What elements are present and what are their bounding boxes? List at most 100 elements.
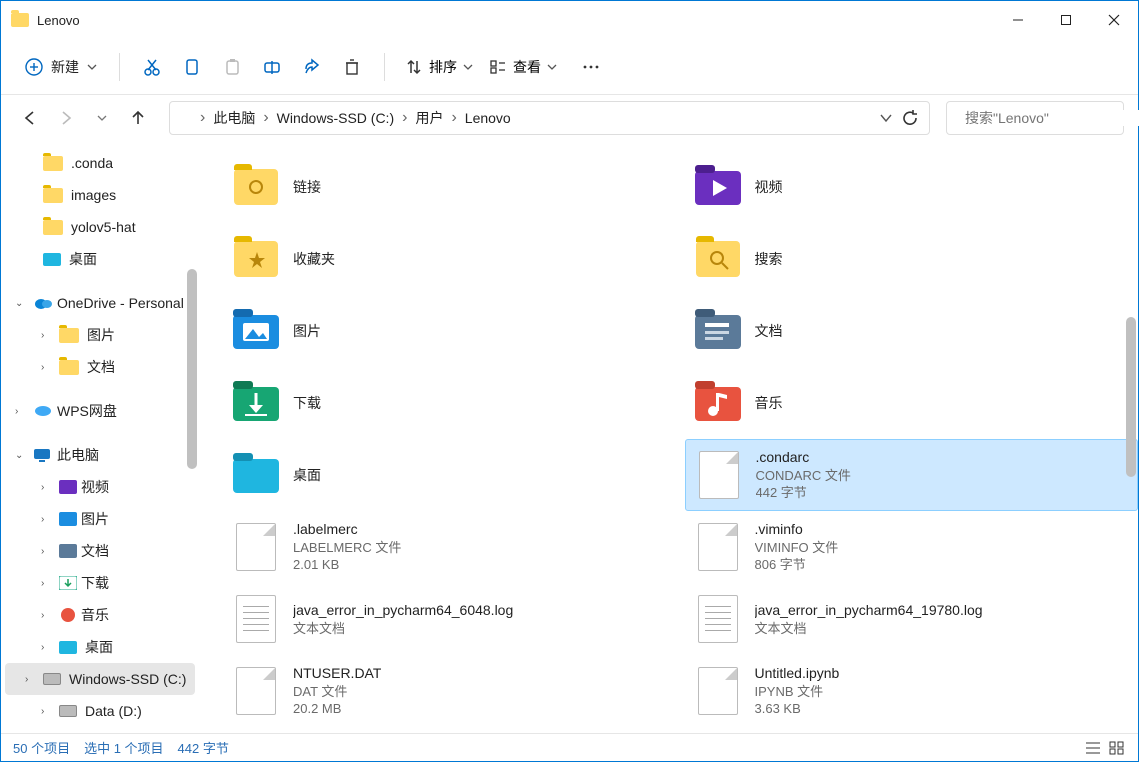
sidebar-item-onedrive[interactable]: ⌄OneDrive - Personal <box>1 287 199 319</box>
share-button[interactable] <box>292 49 332 85</box>
onedrive-icon <box>33 296 53 310</box>
status-bar: 50 个项目 选中 1 个项目 442 字节 <box>1 733 1138 761</box>
status-selected: 选中 1 个项目 <box>84 738 163 757</box>
text-file-icon <box>698 595 738 643</box>
chevron-down-icon[interactable] <box>879 111 893 125</box>
refresh-button[interactable] <box>901 109 919 127</box>
delete-button[interactable] <box>332 49 372 85</box>
videos-icon <box>59 480 77 494</box>
cut-button[interactable] <box>132 49 172 85</box>
forward-button[interactable] <box>51 103 81 133</box>
folder-icon <box>178 111 196 125</box>
tiles-view-button[interactable] <box>1108 740 1126 756</box>
status-size: 442 字节 <box>178 738 229 757</box>
file-icon <box>236 523 276 571</box>
file-item[interactable]: 桌面 <box>223 439 677 511</box>
folder-icon <box>59 328 79 343</box>
documents-icon <box>59 544 77 558</box>
sidebar-item[interactable]: ›Data (D:) <box>1 695 199 727</box>
sidebar-item[interactable]: ›文档 <box>1 351 199 383</box>
sidebar-item[interactable]: images <box>1 179 199 211</box>
file-item[interactable]: java_error_in_pycharm64_19780.log文本文档 <box>685 583 1139 655</box>
view-label: 查看 <box>513 57 541 77</box>
downloads-icon <box>59 576 77 590</box>
file-item[interactable]: 下载 <box>223 367 677 439</box>
videos-folder-icon <box>693 165 743 209</box>
close-button[interactable] <box>1090 1 1138 39</box>
file-item[interactable]: .viminfoVIMINFO 文件806 字节 <box>685 511 1139 583</box>
more-button[interactable] <box>571 49 611 85</box>
drive-icon <box>43 673 61 685</box>
file-item[interactable]: 链接 <box>223 151 677 223</box>
copy-button[interactable] <box>172 49 212 85</box>
breadcrumb[interactable]: Windows-SSD (C:) <box>273 106 398 130</box>
view-menu[interactable]: 查看 <box>481 53 565 81</box>
file-item[interactable]: 搜索 <box>685 223 1139 295</box>
breadcrumb[interactable]: 用户 <box>411 104 447 132</box>
sidebar-item[interactable]: yolov5-hat <box>1 211 199 243</box>
drive-icon <box>59 705 77 717</box>
maximize-button[interactable] <box>1042 1 1090 39</box>
file-item[interactable]: Untitled.ipynbIPYNB 文件3.63 KB <box>685 655 1139 727</box>
window-title: Lenovo <box>37 13 80 28</box>
titlebar: Lenovo <box>1 1 1138 39</box>
folder-icon <box>696 241 740 277</box>
music-icon <box>59 608 77 622</box>
file-icon <box>236 667 276 715</box>
sidebar-item[interactable]: ›文档 <box>1 535 199 567</box>
wps-icon <box>33 404 53 418</box>
sidebar: .conda images yolov5-hat 桌面 ⌄OneDrive - … <box>1 147 199 733</box>
search-box[interactable] <box>946 101 1124 135</box>
sidebar-item[interactable]: ›图片 <box>1 503 199 535</box>
file-icon <box>699 451 739 499</box>
sidebar-item-selected[interactable]: ›Windows-SSD (C:) <box>5 663 195 695</box>
desktop-icon <box>59 641 77 654</box>
sidebar-item-wps[interactable]: ›WPS网盘 <box>1 395 199 427</box>
paste-button[interactable] <box>212 49 252 85</box>
sidebar-item[interactable]: ›音乐 <box>1 599 199 631</box>
chevron-down-icon <box>87 62 97 72</box>
desktop-folder-icon <box>231 453 281 497</box>
file-icon <box>698 523 738 571</box>
folder-icon <box>59 360 79 375</box>
recent-dropdown[interactable] <box>87 103 117 133</box>
chevron-down-icon <box>463 62 473 72</box>
file-icon <box>698 667 738 715</box>
minimize-button[interactable] <box>994 1 1042 39</box>
file-item[interactable]: 图片 <box>223 295 677 367</box>
details-view-button[interactable] <box>1084 740 1102 756</box>
file-item[interactable]: 文档 <box>685 295 1139 367</box>
sidebar-scrollbar[interactable] <box>187 269 197 469</box>
rename-button[interactable] <box>252 49 292 85</box>
file-item-selected[interactable]: .condarcCONDARC 文件442 字节 <box>685 439 1139 511</box>
new-button[interactable]: 新建 <box>15 51 107 83</box>
sidebar-item[interactable]: ›下载 <box>1 567 199 599</box>
new-button-label: 新建 <box>51 57 79 77</box>
sidebar-item[interactable]: ›视频 <box>1 471 199 503</box>
sidebar-item-thispc[interactable]: ⌄此电脑 <box>1 439 199 471</box>
thispc-icon <box>33 448 53 462</box>
sidebar-item[interactable]: ›图片 <box>1 319 199 351</box>
file-item[interactable]: 收藏夹 <box>223 223 677 295</box>
breadcrumb[interactable]: Lenovo <box>461 106 515 130</box>
folder-icon <box>234 169 278 205</box>
text-file-icon <box>236 595 276 643</box>
chevron-right-icon: › <box>196 109 209 127</box>
file-item[interactable]: .labelmercLABELMERC 文件2.01 KB <box>223 511 677 583</box>
content-scrollbar[interactable] <box>1126 317 1136 477</box>
chevron-down-icon <box>547 62 557 72</box>
address-bar[interactable]: › 此电脑 › Windows-SSD (C:) › 用户 › Lenovo <box>169 101 930 135</box>
search-input[interactable] <box>965 110 1139 126</box>
sidebar-item[interactable]: 桌面 <box>1 243 199 275</box>
sidebar-item[interactable]: .conda <box>1 147 199 179</box>
up-button[interactable] <box>123 103 153 133</box>
breadcrumb[interactable]: 此电脑 <box>209 104 259 132</box>
file-item[interactable]: 音乐 <box>685 367 1139 439</box>
file-item[interactable]: java_error_in_pycharm64_6048.log文本文档 <box>223 583 677 655</box>
pictures-folder-icon <box>231 309 281 353</box>
file-item[interactable]: 视频 <box>685 151 1139 223</box>
sidebar-item[interactable]: ›桌面 <box>1 631 199 663</box>
file-item[interactable]: NTUSER.DATDAT 文件20.2 MB <box>223 655 677 727</box>
back-button[interactable] <box>15 103 45 133</box>
sort-menu[interactable]: 排序 <box>397 53 481 81</box>
